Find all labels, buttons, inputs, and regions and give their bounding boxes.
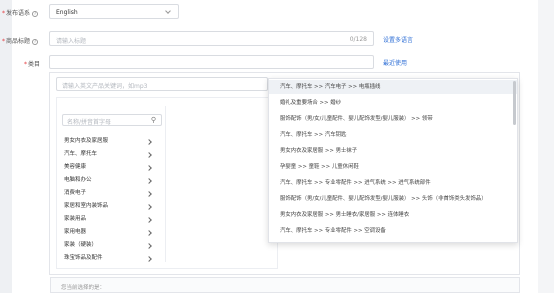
chevron-right-icon [146, 190, 152, 197]
recent-category-item[interactable]: 汽车、摩托车 >> 专业零配件 >> 空调设备 [269, 224, 517, 238]
recent-category-item[interactable]: 服饰配饰（男/女/儿童配件、婴儿配饰发型/婴儿服装） >> 头饰（非首饰类头发饰… [269, 192, 517, 206]
recent-category-item[interactable]: 汽车、摩托车 >> 专业零配件 >> 进气系统 >> 进气系统部件 [269, 176, 517, 190]
chevron-right-icon [146, 216, 152, 223]
category-column-level1: 名称/拼音首字母 ⚲ 男女内衣及家居服 汽车、摩托车 美容健康 电脑和办公 消费… [60, 106, 164, 266]
category-item[interactable]: 汽车、摩托车 [60, 149, 153, 160]
search-icon: ⚲ [150, 116, 156, 124]
dropdown-scrollbar[interactable] [513, 81, 516, 125]
product-form-page: *发布语系? English *商品标题? 请输入标题 0/128 设置多语言 … [0, 0, 554, 293]
recent-category-item[interactable]: 服饰配饰（男/女/儿童配件、婴儿配饰发型/婴儿服装） >> 领带 [269, 112, 517, 126]
help-icon[interactable]: ? [32, 10, 39, 17]
publish-language-label: *发布语系? [2, 10, 39, 17]
recent-category-item[interactable]: 孕婴童 >> 童鞋 >> 儿童休闲鞋 [269, 160, 517, 174]
chevron-right-icon [146, 164, 152, 171]
category-keyword-search[interactable]: 请输入英文产品关键词，如mp3 [56, 77, 268, 91]
chevron-right-icon [146, 242, 152, 249]
category-item[interactable]: 美容健康 [60, 162, 153, 173]
product-title-label: *商品标题? [2, 38, 39, 45]
chevron-right-icon [146, 138, 152, 145]
chevron-right-icon [146, 151, 152, 158]
column-divider [165, 106, 166, 262]
category-item[interactable]: 家装（硬装） [60, 240, 153, 251]
category-item[interactable]: 家居和室内装饰品 [60, 201, 153, 212]
right-gutter [538, 0, 554, 293]
chevron-right-icon [146, 203, 152, 210]
chevron-right-icon [146, 177, 152, 184]
recent-categories-dropdown: 汽车、摩托车 >> 汽车电子 >> 电瓶插线 婚礼及重要场合 >> 婚纱 服饰配… [268, 78, 518, 243]
category-item[interactable]: 消费电子 [60, 188, 153, 199]
chevron-down-icon [165, 8, 171, 14]
recent-category-item[interactable]: 婚礼及重要场合 >> 婚纱 [269, 96, 517, 110]
category-input[interactable] [49, 55, 374, 69]
category-item[interactable]: 家用电器 [60, 227, 153, 238]
recent-category-item[interactable]: 男女内衣及家居服 >> 男士袜子 [269, 144, 517, 158]
required-mark: * [2, 38, 5, 45]
category-label: *类目 [24, 61, 41, 68]
category-item[interactable]: 电脑和办公 [60, 175, 153, 186]
category-columns: 名称/拼音首字母 ⚲ 男女内衣及家居服 汽车、摩托车 美容健康 电脑和办公 消费… [56, 97, 278, 269]
category-item[interactable]: 珠宝饰品及配件 [60, 253, 153, 264]
product-title-input[interactable]: 请输入标题 0/128 [49, 31, 374, 46]
chevron-right-icon [146, 255, 152, 262]
help-icon[interactable]: ? [32, 38, 39, 45]
selected-category-display: 您当前选择的是： [50, 277, 520, 293]
category-item[interactable]: 男女内衣及家居服 [60, 136, 153, 147]
recent-category-item[interactable]: 汽车、摩托车 >> 汽车钥匙 [269, 128, 517, 142]
recently-used-link[interactable]: 最近使用 [383, 58, 407, 67]
recent-category-item[interactable]: 男女内衣及家居服 >> 男士睡衣/家居服 >> 连体睡衣 [269, 208, 517, 222]
category-filter-input[interactable]: 名称/拼音首字母 ⚲ [62, 114, 162, 126]
multi-language-link[interactable]: 设置多语言 [383, 35, 413, 44]
required-mark: * [24, 61, 27, 68]
required-mark: * [2, 10, 5, 17]
chevron-right-icon [146, 229, 152, 236]
title-char-counter: 0/128 [349, 36, 367, 43]
recent-category-item[interactable]: 汽车、摩托车 >> 汽车电子 >> 电瓶插线 [269, 80, 517, 94]
language-select[interactable]: English [49, 4, 179, 19]
category-item[interactable]: 家装用品 [60, 214, 153, 225]
